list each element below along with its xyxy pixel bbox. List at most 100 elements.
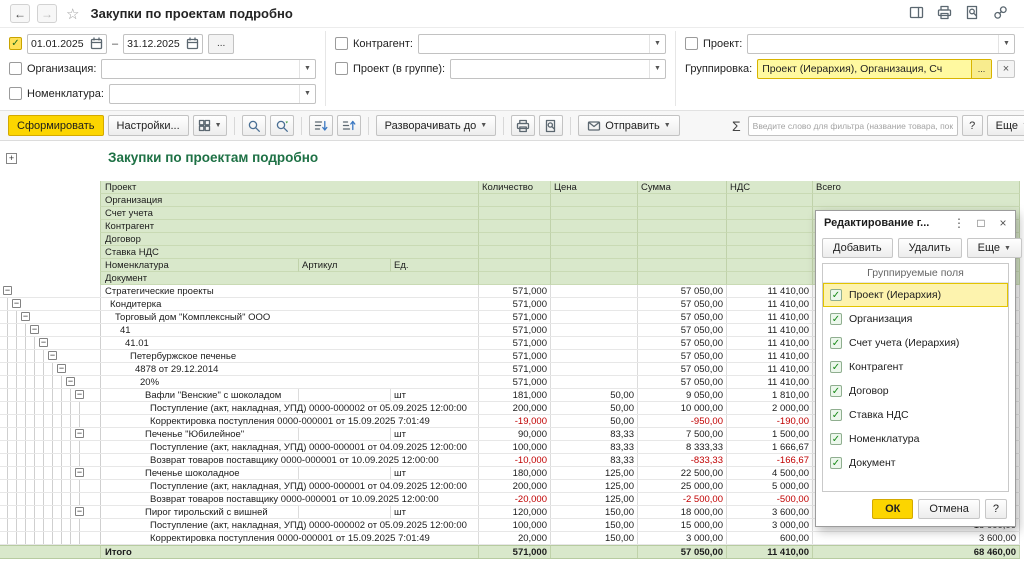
nomenclature-checkbox[interactable] — [9, 87, 22, 100]
field-checkbox[interactable]: ✓ — [830, 289, 842, 301]
report-variants-button[interactable]: ▼ — [193, 115, 227, 136]
kontragent-select[interactable]: ▼ — [418, 34, 666, 54]
grouping-field-item[interactable]: ✓Организация — [823, 307, 1008, 331]
grouping-clear-button[interactable]: × — [997, 60, 1015, 78]
column-header-kontragent[interactable]: Контрагент — [100, 220, 478, 233]
field-checkbox[interactable]: ✓ — [830, 385, 842, 397]
row-collapse-toggle[interactable]: − — [3, 286, 12, 295]
grouping-field-item[interactable]: ✓Договор — [823, 379, 1008, 403]
row-collapse-toggle[interactable]: − — [12, 299, 21, 308]
print-preview-button[interactable] — [539, 115, 563, 136]
kontragent-checkbox[interactable] — [335, 37, 348, 50]
grouping-field-item[interactable]: ✓Ставка НДС — [823, 403, 1008, 427]
grouping-field-item[interactable]: ✓Счет учета (Иерархия) — [823, 331, 1008, 355]
organization-checkbox[interactable] — [9, 62, 22, 75]
nomenclature-select[interactable]: ▼ — [109, 84, 316, 104]
maximize-icon[interactable]: □ — [973, 216, 989, 230]
table-row[interactable]: Корректировка поступления 0000-000001 от… — [0, 532, 1020, 545]
add-button[interactable]: Добавить — [822, 238, 893, 258]
period-checkbox[interactable]: ✓ — [9, 37, 22, 50]
column-header-price[interactable]: Цена — [550, 181, 637, 194]
search-button[interactable] — [242, 115, 266, 136]
generate-button[interactable]: Сформировать — [8, 115, 104, 136]
calendar-icon[interactable] — [186, 37, 199, 50]
kebab-menu-icon[interactable]: ⋮ — [951, 216, 967, 230]
column-header-unit[interactable]: Ед. — [390, 259, 478, 272]
row-collapse-toggle[interactable]: − — [57, 364, 66, 373]
send-button[interactable]: Отправить▼ — [578, 115, 679, 136]
project-group-checkbox[interactable] — [335, 62, 348, 75]
grouping-field-item[interactable]: ✓Документ — [823, 451, 1008, 475]
expand-to-button[interactable]: Разворачивать до▼ — [376, 115, 497, 136]
period-to-input[interactable]: 31.12.2025 — [123, 34, 203, 54]
column-header-account[interactable]: Счет учета — [100, 207, 478, 220]
project-checkbox[interactable] — [685, 37, 698, 50]
settings-button[interactable]: Настройки... — [108, 115, 189, 136]
more-button[interactable]: Еще▼ — [987, 115, 1024, 136]
row-collapse-toggle[interactable]: − — [48, 351, 57, 360]
favorite-star-icon[interactable]: ☆ — [66, 5, 79, 23]
forward-button[interactable]: → — [37, 4, 57, 23]
chevron-down-icon[interactable]: ▼ — [299, 85, 315, 103]
row-collapse-toggle[interactable]: − — [21, 312, 30, 321]
sort-asc-button[interactable] — [337, 115, 361, 136]
row-collapse-toggle[interactable]: − — [66, 377, 75, 386]
period-from-input[interactable]: 01.01.2025 — [27, 34, 107, 54]
link-icon[interactable] — [993, 5, 1008, 23]
dialog-titlebar[interactable]: Редактирование г... ⋮ □ × — [816, 211, 1015, 235]
field-checkbox[interactable]: ✓ — [830, 457, 842, 469]
row-collapse-toggle[interactable]: − — [39, 338, 48, 347]
column-header-project[interactable]: Проект — [100, 181, 478, 194]
field-checkbox[interactable]: ✓ — [830, 409, 842, 421]
back-button[interactable]: ← — [10, 4, 30, 23]
calendar-icon[interactable] — [90, 37, 103, 50]
row-collapse-toggle[interactable]: − — [75, 429, 84, 438]
grouping-more-button[interactable]: ... — [971, 60, 991, 78]
row-collapse-toggle[interactable]: − — [75, 390, 84, 399]
field-checkbox[interactable]: ✓ — [830, 433, 842, 445]
panel-icon[interactable] — [909, 5, 924, 23]
project-group-select[interactable]: ▼ — [450, 59, 666, 79]
search-next-button[interactable] — [270, 115, 294, 136]
column-header-document[interactable]: Документ — [100, 272, 478, 285]
column-header-organization[interactable]: Организация — [100, 194, 478, 207]
chevron-down-icon[interactable]: ▼ — [299, 60, 315, 78]
grouping-field-item[interactable]: ✓Контрагент — [823, 355, 1008, 379]
help-button[interactable]: ? — [962, 115, 983, 136]
ok-button[interactable]: ОК — [872, 499, 913, 519]
close-icon[interactable]: × — [995, 216, 1011, 230]
column-header-artikul[interactable]: Артикул — [298, 259, 390, 272]
printer-icon[interactable] — [937, 5, 952, 23]
chevron-down-icon[interactable]: ▼ — [998, 35, 1014, 53]
quick-filter-input[interactable] — [748, 116, 958, 136]
column-header-vat-rate[interactable]: Ставка НДС — [100, 246, 478, 259]
sort-desc-button[interactable] — [309, 115, 333, 136]
cancel-button[interactable]: Отмена — [918, 499, 979, 519]
column-header-quantity[interactable]: Количество — [478, 181, 550, 194]
total-row[interactable]: Итого 571,000 57 050,00 11 410,00 68 460… — [0, 545, 1020, 559]
grouping-field[interactable]: Проект (Иерархия), Организация, Сч ... — [757, 59, 992, 79]
row-collapse-toggle[interactable]: − — [75, 507, 84, 516]
dialog-more-button[interactable]: Еще▼ — [967, 238, 1022, 258]
chevron-down-icon[interactable]: ▼ — [649, 60, 665, 78]
column-header-vat[interactable]: НДС — [726, 181, 812, 194]
column-header-total[interactable]: Всего — [812, 181, 1020, 194]
row-collapse-toggle[interactable]: − — [30, 325, 39, 334]
field-checkbox[interactable]: ✓ — [830, 337, 842, 349]
print-button[interactable] — [511, 115, 535, 136]
row-collapse-toggle[interactable]: − — [75, 468, 84, 477]
remove-button[interactable]: Удалить — [898, 238, 962, 258]
column-header-contract[interactable]: Договор — [100, 233, 478, 246]
dialog-help-button[interactable]: ? — [985, 499, 1007, 519]
sum-icon[interactable]: Σ — [732, 118, 741, 134]
field-checkbox[interactable]: ✓ — [830, 313, 842, 325]
organization-select[interactable]: ▼ — [101, 59, 316, 79]
project-select[interactable]: ▼ — [747, 34, 1015, 54]
column-header-nomenclature[interactable]: Номенклатура — [100, 259, 298, 272]
expand-all-toggle[interactable]: + — [6, 153, 17, 164]
period-more-button[interactable]: ... — [208, 34, 234, 54]
grouping-field-item[interactable]: ✓Номенклатура — [823, 427, 1008, 451]
field-checkbox[interactable]: ✓ — [830, 361, 842, 373]
column-header-sum[interactable]: Сумма — [637, 181, 726, 194]
chevron-down-icon[interactable]: ▼ — [649, 35, 665, 53]
